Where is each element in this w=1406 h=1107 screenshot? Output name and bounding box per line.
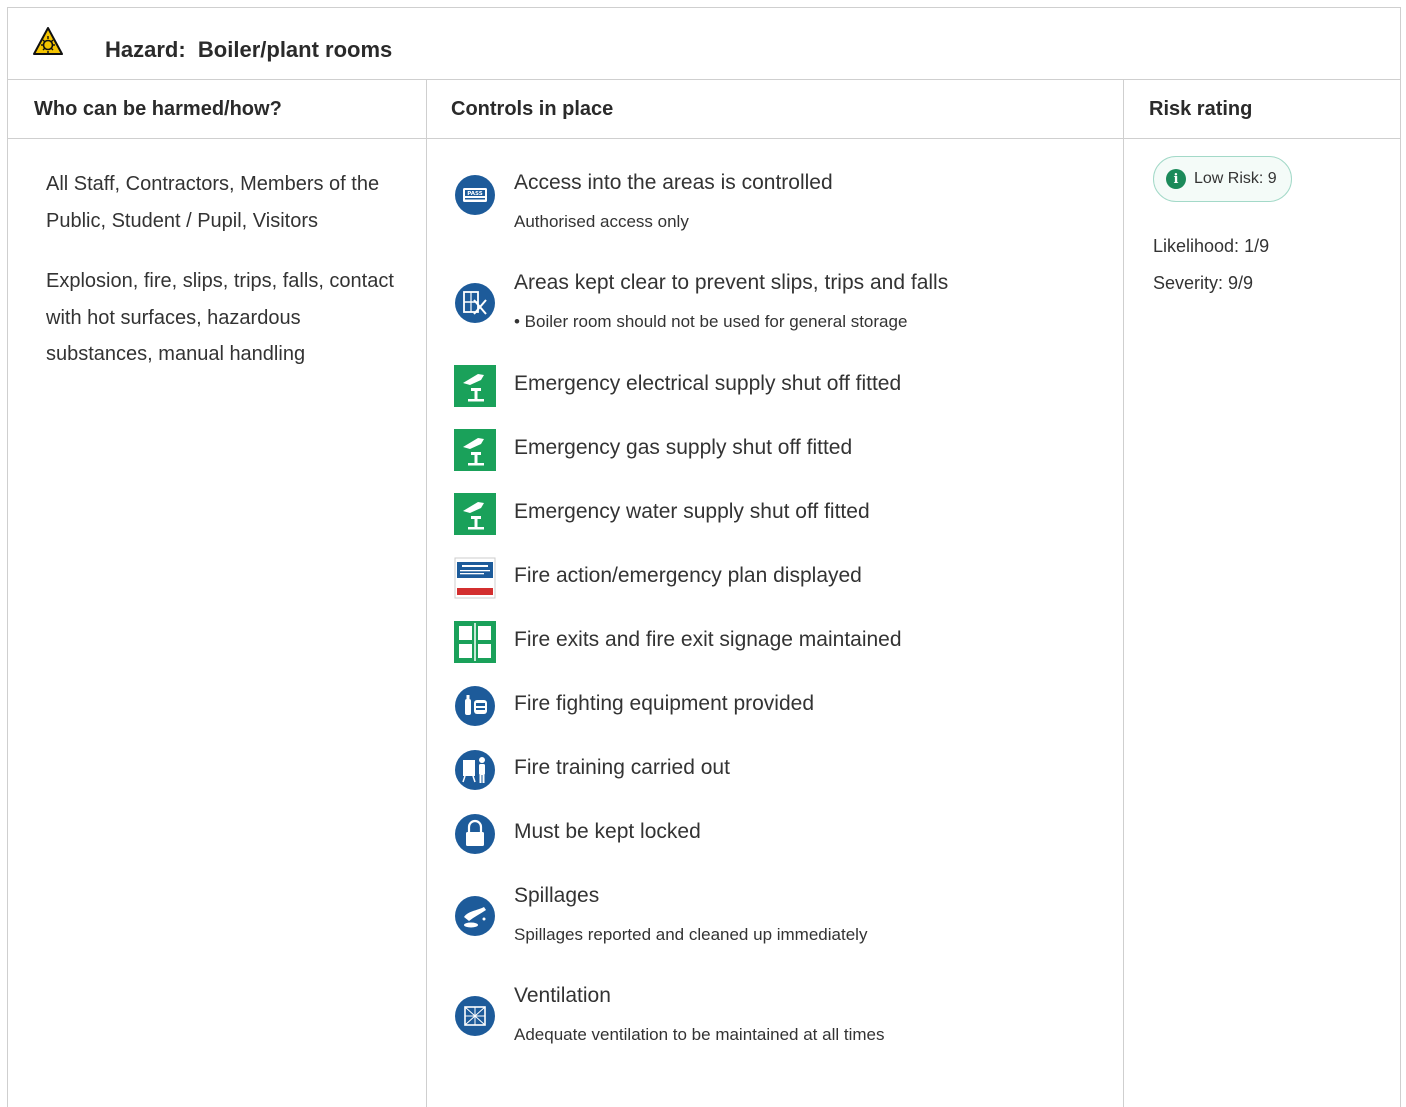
training-icon	[455, 750, 495, 790]
control-detail: • Boiler room should not be used for gen…	[514, 312, 908, 331]
risk-badge-label: Low Risk: 9	[1194, 170, 1277, 187]
column-divider	[1123, 80, 1124, 1107]
severity-value: Severity: 9/9	[1153, 273, 1254, 293]
ventilation-icon	[455, 996, 495, 1036]
control-detail: Spillages reported and cleaned up immedi…	[514, 925, 868, 944]
control-detail: Adequate ventilation to be maintained at…	[514, 1025, 885, 1044]
control-title: Fire action/emergency plan displayed	[514, 564, 862, 587]
control-title: Areas kept clear to prevent slips, trips…	[514, 271, 949, 294]
control-title: Emergency gas supply shut off fitted	[514, 436, 853, 459]
hazard-warning-icon	[33, 27, 63, 55]
no-storage-icon	[455, 283, 495, 323]
control-title: Fire fighting equipment provided	[514, 692, 815, 715]
who-cell: All Staff, Contractors, Members of the P…	[46, 166, 396, 397]
who-column-header: Who can be harmed/how?	[34, 98, 282, 120]
pass-icon: PASS	[455, 175, 495, 215]
risk-badge: i Low Risk: 9	[1153, 156, 1292, 202]
controls-column-header: Controls in place	[451, 98, 614, 120]
padlock-icon	[455, 814, 495, 854]
control-title: Must be kept locked	[514, 820, 701, 843]
control-title: Emergency electrical supply shut off fit…	[514, 372, 902, 395]
control-title: Spillages	[514, 884, 600, 907]
risk-column-header: Risk rating	[1149, 98, 1253, 120]
control-title: Access into the areas is controlled	[514, 171, 833, 194]
control-title: Fire training carried out	[514, 756, 730, 779]
emergency-shutoff-icon	[454, 429, 496, 471]
hazard-header: Hazard: Boiler/plant rooms	[8, 8, 1400, 80]
emergency-shutoff-icon	[454, 493, 496, 535]
control-title: Fire exits and fire exit signage maintai…	[514, 628, 902, 651]
people-at-risk: All Staff, Contractors, Members of the P…	[46, 173, 380, 232]
harm-description: Explosion, fire, slips, trips, falls, co…	[46, 270, 394, 365]
emergency-shutoff-icon	[454, 365, 496, 407]
fire-exit-icon	[454, 621, 496, 663]
column-divider	[426, 80, 427, 1107]
spillage-icon	[455, 896, 495, 936]
likelihood-value: Likelihood: 1/9	[1153, 236, 1270, 256]
hazard-label: Hazard:	[105, 37, 186, 62]
control-detail: Authorised access only	[514, 212, 689, 231]
fire-extinguisher-icon	[455, 686, 495, 726]
svg-text:PASS: PASS	[467, 191, 482, 197]
control-title: Ventilation	[514, 984, 611, 1007]
column-headers: Who can be harmed/how? Controls in place…	[8, 80, 1400, 139]
info-icon: i	[1166, 169, 1186, 189]
hazard-title: Hazard: Boiler/plant rooms	[105, 37, 392, 63]
hazard-name: Boiler/plant rooms	[197, 37, 393, 62]
control-title: Emergency water supply shut off fitted	[514, 500, 870, 523]
fire-action-notice-icon	[454, 557, 496, 599]
